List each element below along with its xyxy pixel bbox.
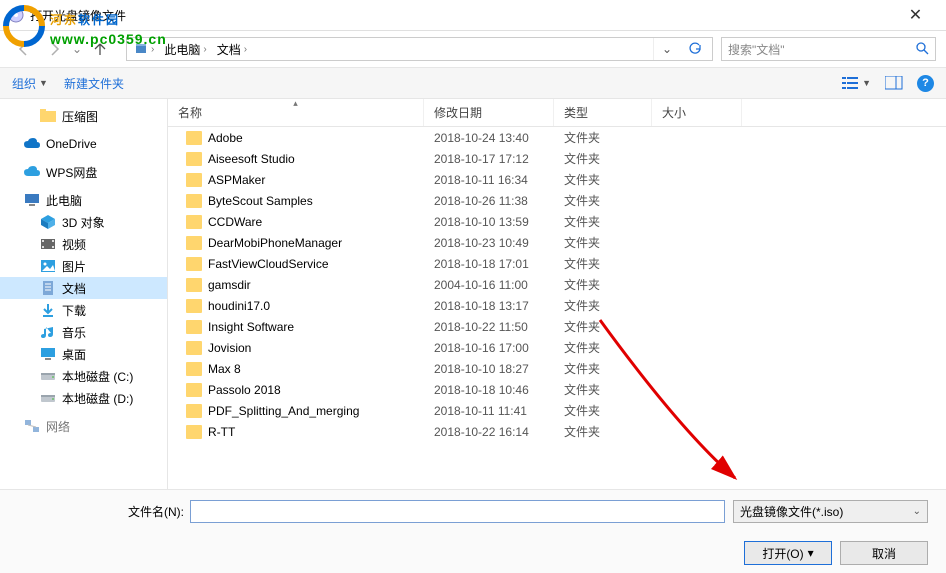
filename-label: 文件名(N): (128, 503, 184, 520)
table-row[interactable]: houdini17.02018-10-18 13:17文件夹 (168, 295, 946, 316)
column-headers: 名称▴ 修改日期 类型 大小 (168, 99, 946, 127)
folder-icon (186, 173, 202, 187)
table-row[interactable]: Aiseesoft Studio2018-10-17 17:12文件夹 (168, 148, 946, 169)
folder-icon (186, 278, 202, 292)
sidebar-item-this-pc[interactable]: 此电脑 (0, 189, 167, 211)
window-title: 打开光盘镜像文件 (30, 7, 893, 24)
sidebar-item-network[interactable]: 网络 (0, 415, 167, 437)
titlebar: 打开光盘镜像文件 ✕ (0, 0, 946, 31)
sidebar-item[interactable]: 下载 (0, 299, 167, 321)
drive-icon (40, 390, 56, 406)
file-type-filter[interactable]: 光盘镜像文件(*.iso)⌄ (733, 500, 928, 523)
folder-icon (186, 131, 202, 145)
folder-icon (186, 404, 202, 418)
help-button[interactable]: ? (917, 75, 934, 92)
folder-icon (186, 299, 202, 313)
search-input[interactable]: 搜索"文档" (721, 37, 936, 61)
preview-pane-button[interactable] (885, 76, 903, 90)
new-folder-button[interactable]: 新建文件夹 (64, 75, 124, 92)
network-icon (24, 418, 40, 434)
col-date[interactable]: 修改日期 (424, 99, 554, 126)
breadcrumb-dropdown[interactable]: ⌄ (653, 38, 680, 60)
folder-icon (186, 320, 202, 334)
table-row[interactable]: FastViewCloudService2018-10-18 17:01文件夹 (168, 253, 946, 274)
table-row[interactable]: ByteScout Samples2018-10-26 11:38文件夹 (168, 190, 946, 211)
sidebar-item-compressed[interactable]: 压缩图 (0, 105, 167, 127)
folder-icon (186, 362, 202, 376)
dl-icon (40, 302, 56, 318)
crumb-docs[interactable]: 文档› (212, 38, 252, 60)
button-bar: 打开(O)▾ 取消 (0, 533, 946, 573)
folder-icon (186, 215, 202, 229)
search-placeholder: 搜索"文档" (728, 41, 785, 58)
table-row[interactable]: Max 82018-10-10 18:27文件夹 (168, 358, 946, 379)
table-row[interactable]: ASPMaker2018-10-11 16:34文件夹 (168, 169, 946, 190)
table-row[interactable]: PDF_Splitting_And_merging2018-10-11 11:4… (168, 400, 946, 421)
cube-icon (40, 214, 56, 230)
toolbar: 组织▼ 新建文件夹 ▼ ? (0, 67, 946, 99)
table-row[interactable]: gamsdir2004-10-16 11:00文件夹 (168, 274, 946, 295)
navbar: ⌄ › 此电脑› 文档› ⌄ 搜索"文档" (0, 31, 946, 67)
sidebar-item[interactable]: 本地磁盘 (C:) (0, 365, 167, 387)
app-icon (8, 7, 24, 23)
sidebar-item[interactable]: 视频 (0, 233, 167, 255)
folder-icon (186, 257, 202, 271)
cloud-icon (24, 136, 40, 152)
forward-button[interactable] (40, 35, 68, 63)
folder-icon (186, 194, 202, 208)
cloud-icon (24, 164, 40, 180)
sidebar: 压缩图 OneDrive WPS网盘 此电脑 3D 对象视频图片文档下载音乐桌面… (0, 99, 168, 489)
folder-icon (186, 152, 202, 166)
folder-icon (186, 236, 202, 250)
table-row[interactable]: DearMobiPhoneManager2018-10-23 10:49文件夹 (168, 232, 946, 253)
col-type[interactable]: 类型 (554, 99, 652, 126)
sidebar-item[interactable]: 本地磁盘 (D:) (0, 387, 167, 409)
sidebar-item[interactable]: 3D 对象 (0, 211, 167, 233)
back-button[interactable] (10, 35, 38, 63)
col-name[interactable]: 名称▴ (168, 99, 424, 126)
desk-icon (40, 346, 56, 362)
table-row[interactable]: Passolo 20182018-10-18 10:46文件夹 (168, 379, 946, 400)
file-list: 名称▴ 修改日期 类型 大小 Adobe2018-10-24 13:40文件夹A… (168, 99, 946, 489)
folder-icon (40, 108, 56, 124)
filename-input[interactable] (190, 500, 725, 523)
folder-icon (186, 341, 202, 355)
table-row[interactable]: CCDWare2018-10-10 13:59文件夹 (168, 211, 946, 232)
file-rows: Adobe2018-10-24 13:40文件夹Aiseesoft Studio… (168, 127, 946, 489)
mus-icon (40, 324, 56, 340)
breadcrumb[interactable]: › 此电脑› 文档› ⌄ (126, 37, 713, 61)
crumb-root-icon[interactable]: › (129, 38, 159, 60)
folder-icon (186, 425, 202, 439)
search-icon[interactable] (915, 41, 929, 58)
table-row[interactable]: Adobe2018-10-24 13:40文件夹 (168, 127, 946, 148)
sidebar-item-wps[interactable]: WPS网盘 (0, 161, 167, 183)
sidebar-item[interactable]: 图片 (0, 255, 167, 277)
table-row[interactable]: Jovision2018-10-16 17:00文件夹 (168, 337, 946, 358)
sidebar-item[interactable]: 音乐 (0, 321, 167, 343)
drive-icon (40, 368, 56, 384)
vid-icon (40, 236, 56, 252)
organize-button[interactable]: 组织▼ (12, 75, 48, 92)
sidebar-item[interactable]: 桌面 (0, 343, 167, 365)
col-size[interactable]: 大小 (652, 99, 742, 126)
bottombar: 文件名(N): 光盘镜像文件(*.iso)⌄ (0, 489, 946, 533)
view-button[interactable]: ▼ (842, 76, 871, 90)
doc-icon (40, 280, 56, 296)
sidebar-item-onedrive[interactable]: OneDrive (0, 133, 167, 155)
up-button[interactable] (86, 35, 114, 63)
cancel-button[interactable]: 取消 (840, 541, 928, 565)
table-row[interactable]: Insight Software2018-10-22 11:50文件夹 (168, 316, 946, 337)
pic-icon (40, 258, 56, 274)
sidebar-item[interactable]: 文档 (0, 277, 167, 299)
open-button[interactable]: 打开(O)▾ (744, 541, 832, 565)
body: 压缩图 OneDrive WPS网盘 此电脑 3D 对象视频图片文档下载音乐桌面… (0, 99, 946, 489)
refresh-button[interactable] (680, 38, 710, 60)
pc-icon (24, 192, 40, 208)
folder-icon (186, 383, 202, 397)
crumb-pc[interactable]: 此电脑› (159, 38, 211, 60)
table-row[interactable]: R-TT2018-10-22 16:14文件夹 (168, 421, 946, 442)
recent-dropdown[interactable]: ⌄ (70, 35, 84, 63)
close-button[interactable]: ✕ (893, 0, 938, 30)
